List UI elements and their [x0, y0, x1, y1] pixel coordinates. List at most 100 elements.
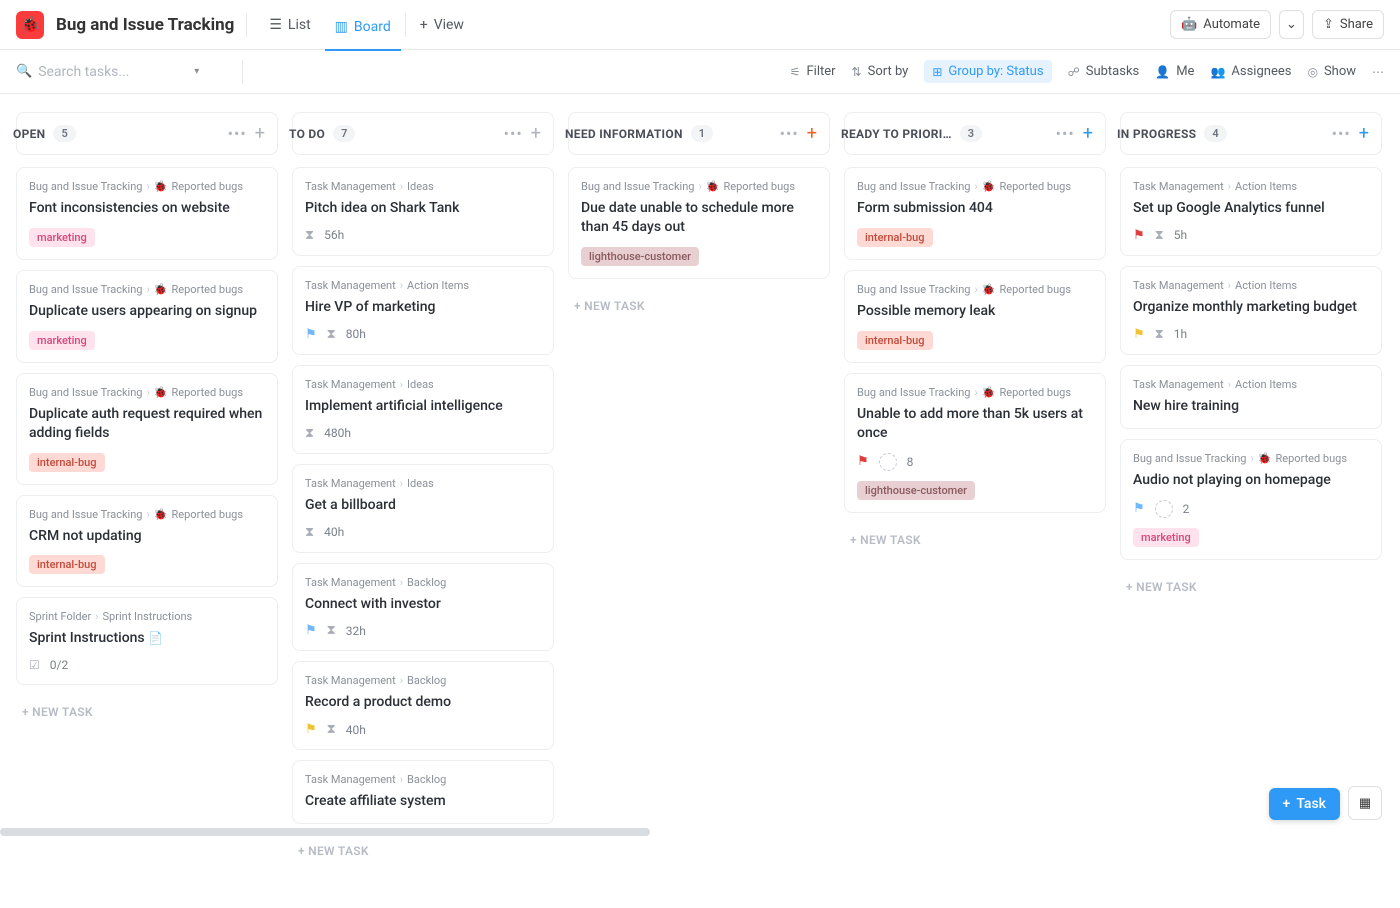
grid-icon: ▦ [1359, 796, 1371, 811]
column-add-button[interactable]: + [807, 123, 817, 144]
me-button[interactable]: 👤 Me [1155, 64, 1194, 79]
tag[interactable]: internal-bug [29, 453, 105, 472]
column-more-icon[interactable]: ••• [780, 124, 799, 143]
people-icon: 👥 [1210, 65, 1225, 79]
share-button[interactable]: ⇪ Share [1312, 10, 1384, 39]
task-card[interactable]: Task Management ›Action ItemsSet up Goog… [1120, 167, 1382, 256]
column-add-button[interactable]: + [1359, 123, 1369, 144]
automate-label: Automate [1203, 17, 1260, 32]
create-task-button[interactable]: + Task [1269, 788, 1340, 820]
task-card[interactable]: Task Management ›Action ItemsNew hire tr… [1120, 365, 1382, 429]
tag[interactable]: marketing [29, 331, 95, 350]
bug-icon: 🐞 [154, 386, 168, 399]
card-title: Duplicate auth request required when add… [29, 405, 265, 443]
card-meta: ☑0/2 [29, 658, 265, 672]
card-meta: ⚑⧗5h [1133, 228, 1369, 243]
task-card[interactable]: Task Management ›IdeasImplement artifici… [292, 365, 554, 454]
tag[interactable]: marketing [29, 228, 95, 247]
filter-button[interactable]: ⚟ Filter [790, 64, 836, 79]
bug-icon: 🐞 [154, 508, 168, 521]
assignee-placeholder-icon[interactable] [1155, 500, 1173, 518]
task-card[interactable]: Sprint Folder ›Sprint InstructionsSprint… [16, 597, 278, 685]
task-card[interactable]: Task Management ›Action ItemsOrganize mo… [1120, 266, 1382, 355]
column-add-button[interactable]: + [1083, 123, 1093, 144]
card-title: Audio not playing on homepage [1133, 471, 1369, 490]
task-card[interactable]: Task Management ›BacklogConnect with inv… [292, 563, 554, 652]
tag[interactable]: marketing [1133, 528, 1199, 547]
board-column: IN PROGRESS 4 ••• + Task Management ›Act… [1120, 112, 1382, 604]
automate-button[interactable]: 🤖 Automate [1170, 10, 1271, 39]
card-breadcrumb: Task Management ›Action Items [1133, 378, 1369, 391]
horizontal-scrollbar[interactable] [0, 828, 650, 836]
search-wrap[interactable]: 🔍 ▾ [16, 64, 226, 80]
sortby-label: Sort by [868, 64, 909, 79]
assignee-placeholder-icon[interactable] [879, 453, 897, 471]
column-count: 4 [1204, 125, 1226, 142]
tab-list[interactable]: ☰ List [259, 11, 320, 39]
task-card[interactable]: Task Management ›IdeasPitch idea on Shar… [292, 167, 554, 256]
column-more-icon[interactable]: ••• [228, 124, 247, 143]
column-more-icon[interactable]: ••• [1332, 124, 1351, 143]
task-card[interactable]: Bug and Issue Tracking ›🐞Reported bugsUn… [844, 373, 1106, 513]
chevron-right-icon: › [147, 283, 150, 296]
groupby-button[interactable]: ⊞ Group by: Status [924, 60, 1051, 83]
task-card[interactable]: Task Management ›IdeasGet a billboard⧗40… [292, 464, 554, 553]
card-title: Possible memory leak [857, 302, 1093, 321]
tag[interactable]: lighthouse-customer [581, 247, 699, 266]
tag[interactable]: internal-bug [29, 555, 105, 574]
hourglass-icon: ⧗ [1155, 228, 1164, 243]
priority-flag-icon[interactable]: ⚑ [1133, 501, 1145, 516]
column-add-button[interactable]: + [531, 123, 541, 144]
person-icon: 👤 [1155, 65, 1170, 79]
column-title: NEED INFORMATION [565, 127, 683, 141]
priority-flag-icon[interactable]: ⚑ [305, 623, 317, 638]
tag[interactable]: internal-bug [857, 228, 933, 247]
card-breadcrumb: Bug and Issue Tracking ›🐞Reported bugs [857, 180, 1093, 193]
column-more-icon[interactable]: ••• [1056, 124, 1075, 143]
task-card[interactable]: Bug and Issue Tracking ›🐞Reported bugsDu… [568, 167, 830, 279]
tab-board[interactable]: ▥ Board [325, 13, 401, 51]
subtasks-button[interactable]: ☍ Subtasks [1068, 64, 1140, 79]
new-task-button[interactable]: + NEW TASK [292, 834, 554, 868]
task-card[interactable]: Task Management ›Action ItemsHire VP of … [292, 266, 554, 355]
crumb-list: Reported bugs [172, 283, 244, 296]
card-breadcrumb: Task Management ›Ideas [305, 378, 541, 391]
chevron-down-icon[interactable]: ▾ [194, 66, 199, 77]
new-task-button[interactable]: + NEW TASK [1120, 570, 1382, 604]
new-task-button[interactable]: + NEW TASK [844, 523, 1106, 557]
priority-flag-icon[interactable]: ⚑ [857, 454, 869, 469]
sortby-button[interactable]: ⇅ Sort by [852, 64, 909, 79]
search-input[interactable] [38, 64, 188, 80]
priority-flag-icon[interactable]: ⚑ [1133, 327, 1145, 342]
task-card[interactable]: Bug and Issue Tracking ›🐞Reported bugsAu… [1120, 439, 1382, 560]
task-card[interactable]: Bug and Issue Tracking ›🐞Reported bugsPo… [844, 270, 1106, 363]
task-card[interactable]: Task Management ›BacklogRecord a product… [292, 661, 554, 750]
chevron-right-icon: › [975, 386, 978, 399]
column-title: TO DO [289, 127, 325, 141]
column-add-button[interactable]: + [255, 123, 265, 144]
column-more-icon[interactable]: ••• [504, 124, 523, 143]
card-breadcrumb: Task Management ›Action Items [1133, 279, 1369, 292]
tag[interactable]: lighthouse-customer [857, 481, 975, 500]
priority-flag-icon[interactable]: ⚑ [1133, 228, 1145, 243]
new-task-button[interactable]: + NEW TASK [16, 695, 278, 729]
new-task-button[interactable]: + NEW TASK [568, 289, 830, 323]
task-card[interactable]: Bug and Issue Tracking ›🐞Reported bugsDu… [16, 270, 278, 363]
tag[interactable]: internal-bug [857, 331, 933, 350]
more-button[interactable]: ⋯ [1372, 65, 1384, 79]
automate-dropdown[interactable]: ⌄ [1279, 10, 1304, 39]
priority-flag-icon[interactable]: ⚑ [305, 327, 317, 342]
task-card[interactable]: Bug and Issue Tracking ›🐞Reported bugsCR… [16, 495, 278, 588]
show-button[interactable]: ◎ Show [1307, 64, 1356, 79]
assignees-button[interactable]: 👥 Assignees [1210, 64, 1291, 79]
time-estimate: 56h [324, 228, 344, 242]
task-card[interactable]: Bug and Issue Tracking ›🐞Reported bugsDu… [16, 373, 278, 485]
apps-button[interactable]: ▦ [1348, 786, 1382, 820]
task-card[interactable]: Bug and Issue Tracking ›🐞Reported bugsFo… [16, 167, 278, 260]
task-card[interactable]: Bug and Issue Tracking ›🐞Reported bugsFo… [844, 167, 1106, 260]
task-card[interactable]: Task Management ›BacklogCreate affiliate… [292, 760, 554, 824]
crumb-list: Reported bugs [1000, 283, 1072, 296]
priority-flag-icon[interactable]: ⚑ [305, 722, 317, 737]
chevron-right-icon: › [400, 674, 403, 687]
tab-add-view[interactable]: + View [410, 11, 474, 39]
